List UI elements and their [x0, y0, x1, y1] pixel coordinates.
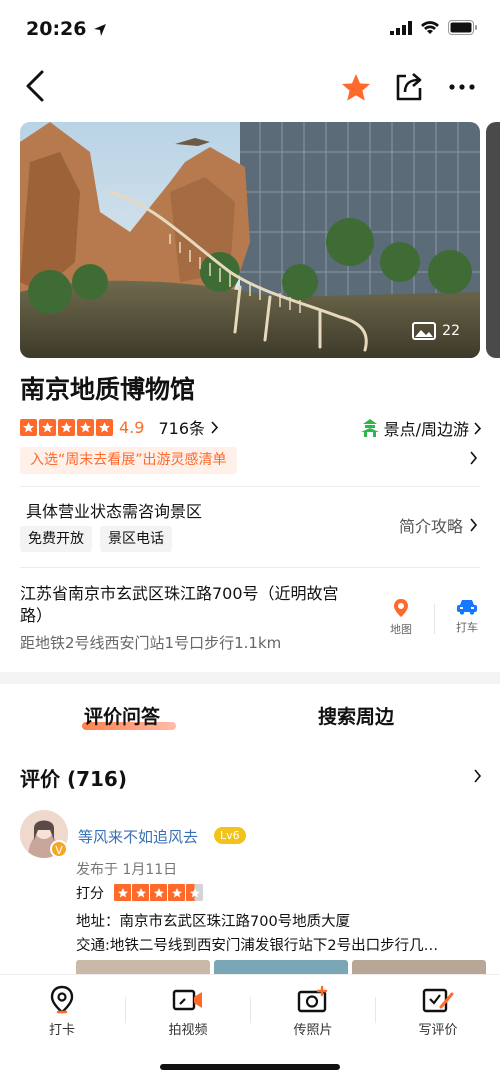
review-transport-line: 交通:地铁二号线到西安门浦发银行站下2号出口步行几… [76, 938, 439, 954]
upload-photo-button[interactable]: 传照片 [268, 985, 358, 1038]
divider [375, 997, 376, 1023]
wifi-icon [421, 21, 439, 34]
upload-photo-label: 传照片 [293, 1023, 333, 1038]
map-label: 地图 [390, 623, 412, 636]
review-username[interactable]: 等风来不如追风去 [78, 826, 198, 847]
review-count-link[interactable]: 716条 [158, 415, 219, 439]
chevron-right-icon [470, 518, 478, 532]
share-icon [396, 73, 422, 101]
rating-score: 4.9 [119, 417, 145, 437]
pagoda-icon [360, 419, 379, 437]
star-icon [20, 418, 37, 436]
signal-icon [390, 20, 412, 35]
category-text: 景点/周边游 [383, 420, 469, 439]
rating-stars [20, 418, 113, 436]
star-icon [168, 884, 185, 901]
star-icon [39, 418, 56, 436]
more-button[interactable] [448, 72, 478, 102]
reviews-title[interactable]: 评价 (716) [20, 763, 127, 792]
taxi-button[interactable]: 打车 [442, 598, 492, 635]
map-button[interactable]: 地图 [376, 598, 426, 637]
camera-plus-icon [297, 985, 328, 1013]
promo-chevron-icon[interactable] [469, 450, 478, 469]
record-video-button[interactable]: 拍视频 [143, 985, 233, 1038]
review-count-text: 716条 [158, 419, 205, 438]
tag-phone[interactable]: 景区电话 [100, 526, 172, 552]
nav-bar [0, 60, 500, 116]
star-icon [132, 884, 149, 901]
write-review-label: 写评价 [418, 1023, 458, 1038]
favorite-button[interactable] [340, 72, 374, 106]
location-pin-icon [50, 985, 74, 1014]
tab-reviews-qa[interactable]: 评价问答 [84, 702, 160, 729]
category-link[interactable]: 景点/周边游 [360, 416, 482, 440]
review-address-line: 地址：南京市玄武区珠江路700号地质大厦 [76, 914, 351, 930]
divider [20, 567, 480, 568]
photo-count: 22 [412, 322, 460, 340]
chevron-left-icon [26, 70, 44, 102]
promo-tag[interactable]: 入选“周末去看展”出游灵感清单 [20, 447, 237, 474]
checkin-button[interactable]: 打卡 [17, 985, 107, 1038]
share-button[interactable] [394, 70, 426, 106]
half-star-icon [186, 884, 203, 901]
home-indicator [160, 1064, 340, 1070]
divider [20, 486, 480, 487]
divider [250, 997, 251, 1023]
record-video-label: 拍视频 [168, 1023, 208, 1038]
address[interactable]: 江苏省南京市玄武区珠江路700号（近明故宫路） [20, 583, 360, 627]
star-icon [96, 418, 113, 436]
reviews-chevron-icon[interactable] [473, 768, 482, 787]
review-date: 发布于 1月11日 [76, 862, 178, 878]
photo-count-text: 22 [442, 323, 460, 339]
checkin-label: 打卡 [48, 1023, 75, 1038]
section-gap [0, 672, 500, 684]
page-title: 南京地质博物馆 [20, 375, 196, 404]
rating-row: 4.9 716条 景点/周边游 [20, 414, 482, 440]
map-pin-icon [394, 599, 408, 617]
back-button[interactable] [24, 68, 54, 108]
car-icon [457, 600, 477, 615]
user-level-badge: Lv6 [214, 827, 246, 844]
chevron-right-icon [474, 421, 482, 435]
star-icon [77, 418, 94, 436]
star-icon [150, 884, 167, 901]
star-icon [114, 884, 131, 901]
review-stars [114, 884, 203, 901]
status-time: 20:26 [26, 18, 107, 40]
chevron-right-icon [211, 421, 219, 434]
hero-image[interactable]: 22 [20, 122, 480, 358]
review-score-label: 打分 [76, 886, 104, 902]
edit-note-icon [422, 988, 454, 1013]
museum-photo [20, 122, 480, 358]
gallery-icon [412, 322, 437, 340]
more-dots-icon [449, 84, 475, 90]
battery-icon [448, 20, 477, 35]
status-bar: 20:26 [0, 0, 500, 58]
divider [434, 604, 435, 634]
business-status: 具体营业状态需咨询景区 [26, 502, 203, 521]
video-camera-icon [172, 989, 202, 1011]
location-arrow-icon [94, 23, 107, 36]
tab-nearby[interactable]: 搜索周边 [318, 702, 394, 729]
metro-distance: 距地铁2号线西安门站1号口步行1.1km [20, 634, 282, 652]
intro-guide-link[interactable]: 简介攻略 [399, 513, 478, 537]
taxi-label: 打车 [456, 621, 478, 634]
divider [125, 997, 126, 1023]
verified-badge: V [50, 840, 68, 858]
next-image-preview[interactable] [486, 122, 500, 358]
star-icon [342, 74, 370, 101]
clock-text: 20:26 [26, 18, 87, 40]
intro-link-text: 简介攻略 [398, 517, 463, 536]
star-icon [58, 418, 75, 436]
tag-free-entry: 免费开放 [20, 526, 92, 552]
write-review-button[interactable]: 写评价 [393, 985, 483, 1038]
